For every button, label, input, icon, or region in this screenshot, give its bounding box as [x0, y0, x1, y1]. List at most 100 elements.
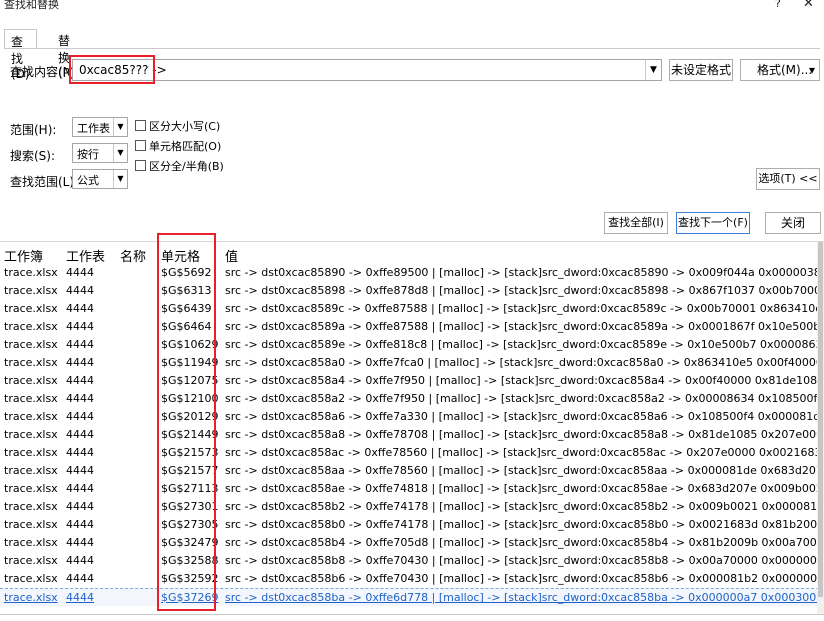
row-workbook: trace.xlsx — [4, 410, 58, 423]
options-button[interactable]: 选项(T) << — [756, 168, 820, 190]
row-workbook: trace.xlsx — [4, 518, 58, 531]
row-value: src -> dst0xcac858b4 -> 0xffe705d8 | [ma… — [225, 536, 824, 549]
table-row[interactable]: trace.xlsx 4444 $G$12075 src -> dst0xcac858… — [0, 372, 824, 390]
row-sheet: 4444 — [66, 284, 94, 297]
table-row[interactable]: trace.xlsx 4444 $G$32592 src -> dst0xcac858… — [0, 570, 824, 588]
chevron-down-icon[interactable]: ▼ — [645, 60, 661, 80]
no-format-button[interactable]: 未设定格式 — [669, 59, 733, 81]
col-header-sheet[interactable]: 工作表 — [66, 246, 105, 265]
lookin-value: 公式 — [77, 174, 99, 187]
within-label: 范围(H): — [10, 123, 57, 137]
format-button[interactable]: 格式(M)... ▾ — [740, 59, 820, 81]
close-icon[interactable]: ✕ — [803, 0, 814, 11]
row-workbook: trace.xlsx — [4, 356, 58, 369]
match-case-checkbox[interactable] — [135, 120, 146, 131]
row-sheet: 4444 — [66, 410, 94, 423]
row-sheet: 4444 — [66, 500, 94, 513]
row-value: src -> dst0xcac858b2 -> 0xffe74178 | [ma… — [225, 500, 824, 513]
highlight-box-cells — [157, 233, 216, 611]
find-next-button[interactable]: 查找下一个(F) — [676, 212, 750, 234]
row-value: src -> dst0xcac858b0 -> 0xffe74178 | [ma… — [225, 518, 824, 531]
format-button-label: 格式(M)... — [757, 63, 813, 77]
row-workbook: trace.xlsx — [4, 591, 58, 604]
title-bar: 查找和替换 ? ✕ — [0, 0, 824, 16]
match-byte-checkbox[interactable] — [135, 160, 146, 171]
row-sheet: 4444 — [66, 591, 94, 604]
row-workbook: trace.xlsx — [4, 446, 58, 459]
row-sheet: 4444 — [66, 302, 94, 315]
row-workbook: trace.xlsx — [4, 554, 58, 567]
row-value: src -> dst0xcac858ac -> 0xffe78560 | [ma… — [225, 446, 824, 459]
table-row[interactable]: trace.xlsx 4444 $G$5692 src -> dst0xcac8589… — [0, 264, 824, 282]
col-header-value[interactable]: 值 — [225, 246, 238, 265]
tab-find[interactable]: 查找(D) — [4, 29, 37, 81]
row-value: src -> dst0xcac858b6 -> 0xffe70430 | [ma… — [225, 572, 824, 585]
table-row[interactable]: trace.xlsx 4444 $G$32588 src -> dst0xcac858… — [0, 552, 824, 570]
table-row[interactable]: trace.xlsx 4444 $G$11949 src -> dst0xcac858… — [0, 354, 824, 372]
row-value: src -> dst0xcac858a4 -> 0xffe7f950 | [ma… — [225, 374, 824, 387]
search-select[interactable]: 按行 ▼ — [72, 143, 128, 163]
row-workbook: trace.xlsx — [4, 284, 58, 297]
col-header-workbook[interactable]: 工作簿 — [4, 246, 43, 265]
find-all-button[interactable]: 查找全部(I) — [604, 212, 668, 234]
close-button[interactable]: 关闭 — [765, 212, 821, 234]
row-workbook: trace.xlsx — [4, 320, 58, 333]
chevron-down-icon: ▼ — [113, 170, 127, 188]
row-sheet: 4444 — [66, 446, 94, 459]
chevron-down-icon: ▼ — [113, 118, 127, 136]
within-select[interactable]: 工作表 ▼ — [72, 117, 128, 137]
table-row[interactable]: trace.xlsx 4444 $G$21449 src -> dst0xcac858… — [0, 426, 824, 444]
col-header-name[interactable]: 名称 — [120, 246, 146, 265]
table-row[interactable]: trace.xlsx 4444 $G$21573 src -> dst0xcac858… — [0, 444, 824, 462]
row-workbook: trace.xlsx — [4, 374, 58, 387]
tab-divider — [4, 48, 820, 49]
row-workbook: trace.xlsx — [4, 428, 58, 441]
table-row[interactable]: trace.xlsx 4444 $G$37269 src -> dst0xcac858… — [0, 588, 824, 606]
row-value: src -> dst0xcac858aa -> 0xffe78560 | [ma… — [225, 464, 824, 477]
scrollbar-thumb[interactable] — [818, 242, 823, 597]
row-sheet: 4444 — [66, 266, 94, 279]
row-sheet: 4444 — [66, 464, 94, 477]
table-row[interactable]: trace.xlsx 4444 $G$32479 src -> dst0xcac858… — [0, 534, 824, 552]
row-sheet: 4444 — [66, 572, 94, 585]
row-value: src -> dst0xcac8589a -> 0xffe87588 | [ma… — [225, 320, 824, 333]
find-input[interactable]: 0xcac85??? -> ▼ — [72, 59, 662, 81]
row-workbook: trace.xlsx — [4, 500, 58, 513]
table-row[interactable]: trace.xlsx 4444 $G$20129 src -> dst0xcac858… — [0, 408, 824, 426]
table-row[interactable]: trace.xlsx 4444 $G$21577 src -> dst0xcac858… — [0, 462, 824, 480]
table-row[interactable]: trace.xlsx 4444 $G$10629 src -> dst0xcac858… — [0, 336, 824, 354]
table-row[interactable]: trace.xlsx 4444 $G$6464 src -> dst0xcac8589… — [0, 318, 824, 336]
row-sheet: 4444 — [66, 482, 94, 495]
row-workbook: trace.xlsx — [4, 266, 58, 279]
table-row[interactable]: trace.xlsx 4444 $G$6439 src -> dst0xcac8589… — [0, 300, 824, 318]
table-row[interactable]: trace.xlsx 4444 $G$27113 src -> dst0xcac858… — [0, 480, 824, 498]
lookin-select[interactable]: 公式 ▼ — [72, 169, 128, 189]
table-row[interactable]: trace.xlsx 4444 $G$6313 src -> dst0xcac8589… — [0, 282, 824, 300]
within-value: 工作表 — [77, 122, 110, 135]
tab-replace[interactable]: 替换(P) — [52, 29, 81, 80]
table-row[interactable]: trace.xlsx 4444 $G$12100 src -> dst0xcac858… — [0, 390, 824, 408]
row-value: src -> dst0xcac858a8 -> 0xffe78708 | [ma… — [225, 428, 824, 441]
help-button[interactable]: ? — [775, 0, 781, 10]
bottom-divider — [0, 614, 824, 615]
lookin-label: 查找范围(L): — [10, 175, 79, 189]
row-sheet: 4444 — [66, 356, 94, 369]
row-value: src -> dst0xcac8589c -> 0xffe87588 | [ma… — [225, 302, 824, 315]
row-sheet: 4444 — [66, 374, 94, 387]
row-value: src -> dst0xcac858a0 -> 0xffe7fca0 | [ma… — [225, 356, 824, 369]
results-divider — [0, 241, 824, 242]
results-scrollbar[interactable] — [817, 242, 824, 614]
search-label: 搜索(S): — [10, 149, 56, 163]
row-workbook: trace.xlsx — [4, 572, 58, 585]
table-row[interactable]: trace.xlsx 4444 $G$27301 src -> dst0xcac858… — [0, 498, 824, 516]
highlight-box-find — [69, 55, 155, 84]
table-row[interactable]: trace.xlsx 4444 $G$27305 src -> dst0xcac858… — [0, 516, 824, 534]
row-value: src -> dst0xcac858ba -> 0xffe6d778 | [ma… — [225, 591, 824, 604]
row-sheet: 4444 — [66, 338, 94, 351]
row-workbook: trace.xlsx — [4, 536, 58, 549]
row-sheet: 4444 — [66, 392, 94, 405]
match-cell-checkbox[interactable] — [135, 140, 146, 151]
row-value: src -> dst0xcac858b8 -> 0xffe70430 | [ma… — [225, 554, 824, 567]
match-case-label: 区分大小写(C) — [149, 120, 221, 133]
row-sheet: 4444 — [66, 320, 94, 333]
